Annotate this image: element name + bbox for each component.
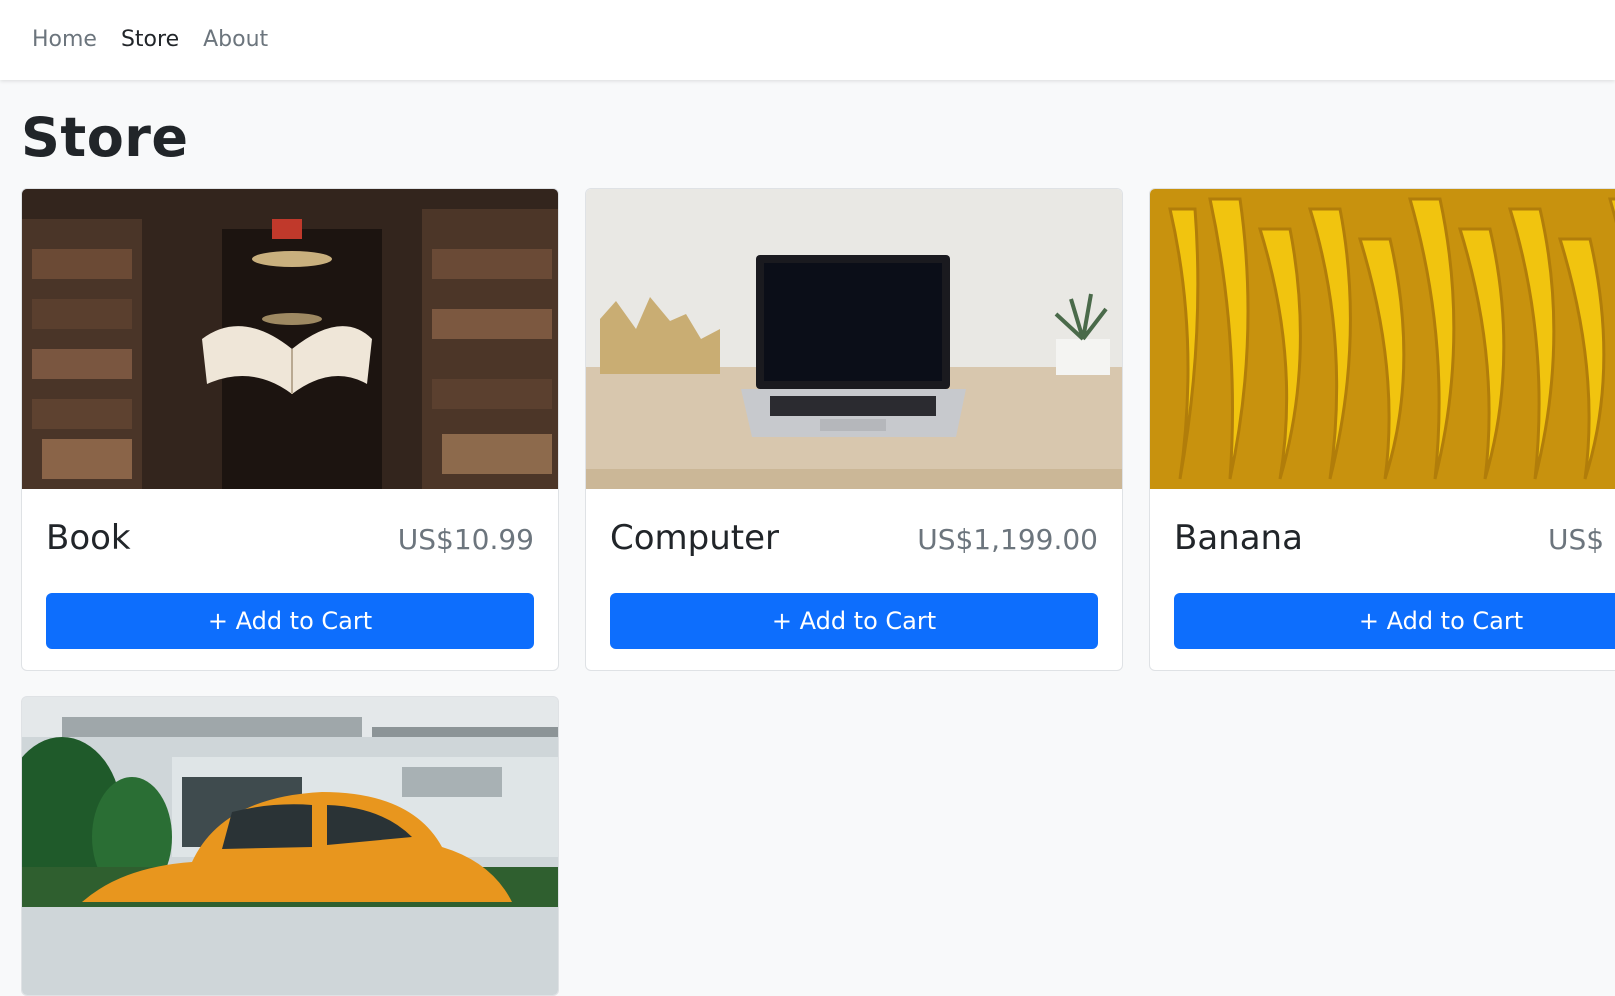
top-navbar: Home Store About [0,0,1615,80]
product-image-car [22,697,558,995]
product-card-computer: Computer US$1,199.00 + Add to Cart [585,188,1123,671]
product-image-computer [586,189,1122,489]
product-image-banana [1150,189,1615,489]
product-card-banana: Banana US$ + Add to Cart [1149,188,1615,671]
add-to-cart-button[interactable]: + Add to Cart [1174,593,1615,649]
product-card-car [21,696,559,996]
nav-link-store[interactable]: Store [121,29,179,51]
product-name: Book [46,518,131,558]
product-price: US$1,199.00 [917,523,1098,556]
product-card-book: Book US$10.99 + Add to Cart [21,188,559,671]
product-image-book [22,189,558,489]
product-price: US$10.99 [397,523,534,556]
page-title: Store [21,106,189,169]
product-price: US$ [1548,523,1605,556]
product-name: Banana [1174,518,1303,558]
product-name: Computer [610,518,780,558]
nav-link-home[interactable]: Home [32,29,97,51]
add-to-cart-button[interactable]: + Add to Cart [610,593,1098,649]
add-to-cart-button[interactable]: + Add to Cart [46,593,534,649]
nav-link-about[interactable]: About [203,29,268,51]
